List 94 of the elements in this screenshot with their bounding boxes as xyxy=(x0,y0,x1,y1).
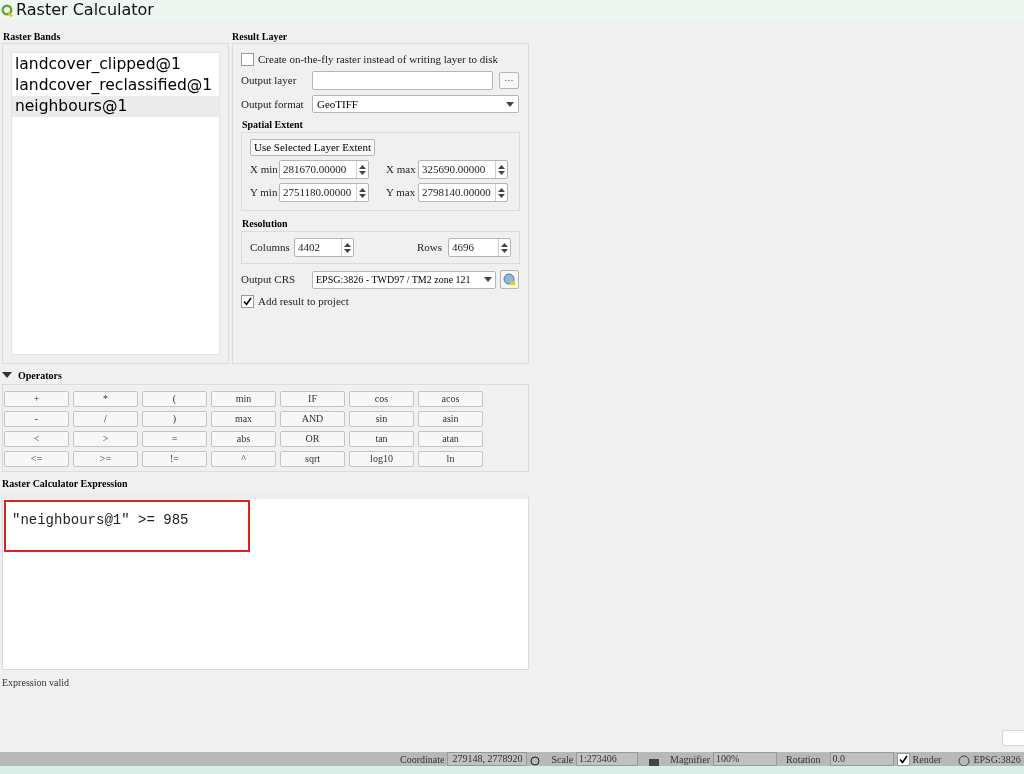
expression-editor[interactable]: "neighbours@1" >= 985 xyxy=(2,493,529,670)
crs-status[interactable]: EPSG:3826 xyxy=(973,754,1021,766)
section-title: Operators xyxy=(18,368,62,383)
up-arrow-icon[interactable] xyxy=(498,187,505,192)
operator-button[interactable]: > xyxy=(73,431,138,447)
use-layer-extent-button[interactable]: Use Selected Layer Extent xyxy=(250,139,375,156)
down-arrow-icon[interactable] xyxy=(359,193,366,198)
rotation-dropdown[interactable]: 0.0 xyxy=(829,752,894,766)
status-label: Rotation xyxy=(786,754,821,766)
operator-button[interactable]: tan xyxy=(349,431,414,447)
operator-button[interactable]: < xyxy=(4,431,69,447)
section-title: Spatial Extent xyxy=(242,118,304,131)
render-checkbox[interactable] xyxy=(896,753,910,766)
operator-button[interactable]: <= xyxy=(4,451,69,467)
down-arrow-icon[interactable] xyxy=(359,170,366,175)
field-label: Columns xyxy=(250,240,291,256)
checkbox[interactable] xyxy=(241,294,254,308)
operator-button[interactable]: - xyxy=(4,411,69,427)
status-label: Magnifier xyxy=(670,754,711,766)
down-arrow-icon[interactable] xyxy=(498,193,505,198)
field-label: Y min xyxy=(250,185,279,201)
field-label: Output layer xyxy=(241,73,298,89)
operator-button[interactable]: != xyxy=(142,451,207,467)
operator-button[interactable]: max xyxy=(211,411,276,427)
coordinate-field: 279148, 2778920 xyxy=(447,752,528,766)
collapse-arrow-icon[interactable] xyxy=(2,371,12,379)
operator-button[interactable]: ( xyxy=(142,391,207,407)
operator-button[interactable]: acos xyxy=(418,391,483,407)
section-title: Raster Calculator Expression xyxy=(2,477,129,489)
down-arrow-icon[interactable] xyxy=(498,170,505,175)
operator-button[interactable]: ) xyxy=(142,411,207,427)
app-logo-icon xyxy=(1,3,13,17)
band-item[interactable]: landcover_reclassified@1 xyxy=(12,75,219,96)
number-field[interactable]: 2798140.00000 xyxy=(418,183,508,202)
field-label: X max xyxy=(386,162,417,178)
status-label: Scale xyxy=(551,754,574,766)
window-title: Raster Calculator xyxy=(16,0,154,21)
up-arrow-icon[interactable] xyxy=(498,164,505,169)
operator-button[interactable]: = xyxy=(142,431,207,447)
operator-button[interactable]: min xyxy=(211,391,276,407)
status-label: Coordinate xyxy=(400,754,445,766)
operator-button[interactable]: OR xyxy=(280,431,345,447)
operator-button[interactable]: atan xyxy=(418,431,483,447)
crs-select-button[interactable] xyxy=(500,270,519,289)
band-item[interactable]: neighbours@1 xyxy=(12,96,219,117)
section-title: Result Layer xyxy=(232,30,289,43)
magnifier-dropdown[interactable]: 100% xyxy=(713,752,778,766)
field-label: Output CRS xyxy=(241,272,297,288)
scale-dropdown[interactable]: 1:273406 xyxy=(576,752,639,766)
status-message: Expression valid xyxy=(2,676,70,690)
field-label: Y max xyxy=(386,185,417,201)
checkbox-label: Create on-the-fly raster instead of writing layer to disk xyxy=(258,51,499,67)
operator-button[interactable]: / xyxy=(73,411,138,427)
operator-button[interactable]: + xyxy=(4,391,69,407)
operator-button[interactable]: IF xyxy=(280,391,345,407)
expression-text: "neighbours@1" >= 985 xyxy=(12,512,189,528)
checkbox[interactable] xyxy=(241,52,254,66)
number-field[interactable]: 2751180.00000 xyxy=(279,183,369,202)
output-layer-field[interactable] xyxy=(312,71,493,90)
number-field[interactable]: 281670.00000 xyxy=(279,160,369,179)
up-arrow-icon[interactable] xyxy=(501,242,508,247)
up-arrow-icon[interactable] xyxy=(359,164,366,169)
status-label: Render xyxy=(912,754,942,766)
operator-button[interactable]: >= xyxy=(73,451,138,467)
operator-button[interactable]: log10 xyxy=(349,451,414,467)
lock-icon[interactable] xyxy=(649,757,660,766)
field-label: X min xyxy=(250,162,279,178)
caret-icon xyxy=(484,277,492,282)
operator-button[interactable]: sin xyxy=(349,411,414,427)
operator-button[interactable]: cos xyxy=(349,391,414,407)
format-dropdown[interactable]: GeoTIFF xyxy=(312,95,519,113)
operator-button[interactable]: ln xyxy=(418,451,483,467)
checkbox-label: Add result to project xyxy=(258,294,349,309)
field-label: Rows xyxy=(416,240,442,256)
down-arrow-icon[interactable] xyxy=(344,248,351,253)
number-field[interactable]: 4696 xyxy=(448,238,511,257)
section-title: Resolution xyxy=(242,217,289,230)
operator-button[interactable]: AND xyxy=(280,411,345,427)
section-title: Raster Bands xyxy=(3,30,62,43)
operator-button[interactable]: abs xyxy=(211,431,276,447)
band-item[interactable]: landcover_clipped@1 xyxy=(12,54,219,75)
field-label: Output format xyxy=(241,96,305,112)
number-field[interactable]: 4402 xyxy=(294,238,354,257)
number-field[interactable]: 325690.00000 xyxy=(418,160,508,179)
browse-button[interactable]: ··· xyxy=(499,72,519,89)
down-arrow-icon[interactable] xyxy=(501,248,508,253)
crs-dropdown[interactable]: EPSG:3826 - TWD97 / TM2 zone 121 xyxy=(312,270,496,289)
up-arrow-icon[interactable] xyxy=(344,242,351,247)
operator-button[interactable]: sqrt xyxy=(280,451,345,467)
up-arrow-icon[interactable] xyxy=(359,187,366,192)
caret-icon xyxy=(506,101,514,107)
operator-button[interactable]: * xyxy=(73,391,138,407)
operator-button[interactable]: ^ xyxy=(211,451,276,467)
operator-button[interactable]: asin xyxy=(418,411,483,427)
